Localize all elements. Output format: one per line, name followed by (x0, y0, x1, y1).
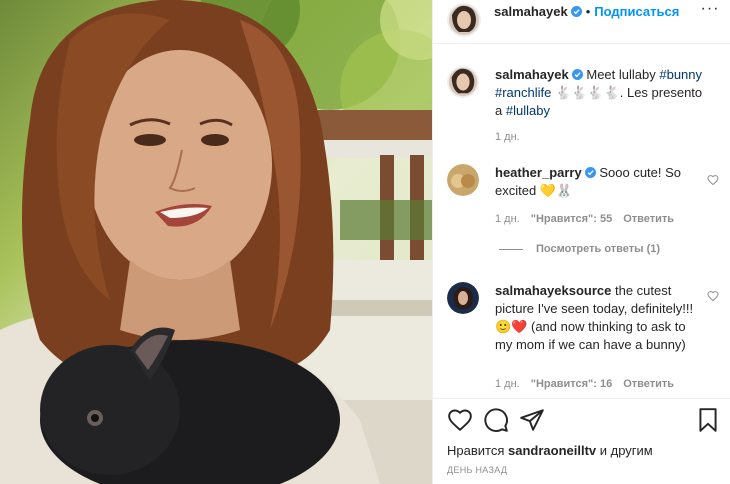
verified-badge-icon (584, 167, 596, 178)
heart-icon[interactable] (447, 407, 473, 433)
comment-icon[interactable] (483, 407, 509, 433)
caption-emojis: 🐇🐇🐇🐇 (555, 85, 620, 100)
more-options-icon[interactable]: ··· (699, 0, 721, 22)
comment-like-heart-icon[interactable] (707, 174, 719, 186)
view-replies-link[interactable]: Посмотреть ответы (1) (499, 243, 660, 255)
post-date[interactable]: ДЕНЬ НАЗАД (447, 465, 507, 475)
verified-badge-icon (570, 6, 582, 17)
comment-meta: 1 дн. "Нравится": 55 Ответить (495, 213, 685, 225)
comment-likes-count[interactable]: "Нравится": 16 (531, 378, 612, 390)
caption-body: Meet lullaby (586, 67, 656, 82)
likes-user[interactable]: sandraoneilltv (508, 443, 596, 458)
caption-username[interactable]: salmahayek (495, 67, 569, 82)
comment-avatar[interactable] (447, 164, 479, 196)
follow-button[interactable]: Подписаться (594, 4, 679, 19)
bookmark-icon[interactable] (695, 407, 721, 433)
header-line: salmahayek • Подписаться (494, 4, 679, 19)
comment-text: salmahayeksource the cutest picture I've… (495, 282, 703, 354)
caption-meta: 1 дн. (495, 131, 531, 143)
reply-button[interactable]: Ответить (623, 213, 674, 225)
photo-illustration (0, 0, 432, 484)
separator-dot: • (585, 4, 591, 19)
caption-text: salmahayek Meet lullaby #bunny #ranchlif… (495, 66, 703, 120)
comment-time[interactable]: 1 дн. (495, 213, 520, 225)
reply-button[interactable]: Ответить (623, 378, 674, 390)
comment-avatar[interactable] (447, 282, 479, 314)
verified-badge-icon (571, 69, 583, 80)
caption-avatar[interactable] (447, 66, 479, 98)
comments-section: salmahayek Meet lullaby #bunny #ranchlif… (433, 44, 730, 398)
comment-like-heart-icon[interactable] (707, 290, 719, 302)
comment-username[interactable]: salmahayeksource (495, 283, 611, 298)
likes-prefix: Нравится (447, 443, 505, 458)
hashtag-ranchlife[interactable]: #ranchlife (495, 85, 551, 100)
hashtag-bunny[interactable]: #bunny (659, 67, 702, 82)
instagram-post: salmahayek •Подписаться ··· salmahayek (0, 0, 730, 484)
comment-time[interactable]: 1 дн. (495, 378, 520, 390)
comment-username[interactable]: heather_parry (495, 165, 582, 180)
hashtag-lullaby[interactable]: #lullaby (506, 103, 550, 118)
comment-text: heather_parry Sooo cute! So excited 💛🐰 (495, 164, 703, 200)
comment-likes-count[interactable]: "Нравится": 55 (531, 213, 612, 225)
post-header: salmahayek • Подписаться ··· (433, 0, 730, 44)
author-avatar[interactable] (447, 3, 481, 37)
post-actions: Нравится sandraoneilltv и другим ДЕНЬ НА… (433, 398, 730, 484)
share-icon[interactable] (519, 407, 545, 433)
caption-time[interactable]: 1 дн. (495, 131, 520, 143)
post-photo[interactable] (0, 0, 432, 484)
likes-summary: Нравится sandraoneilltv и другим (447, 443, 653, 458)
likes-suffix[interactable]: и другим (600, 443, 653, 458)
author-username[interactable]: salmahayek (494, 4, 568, 19)
comment-meta: 1 дн. "Нравится": 16 Ответить (495, 378, 685, 390)
post-side-panel: salmahayek •Подписаться ··· salmahayek (432, 0, 730, 484)
